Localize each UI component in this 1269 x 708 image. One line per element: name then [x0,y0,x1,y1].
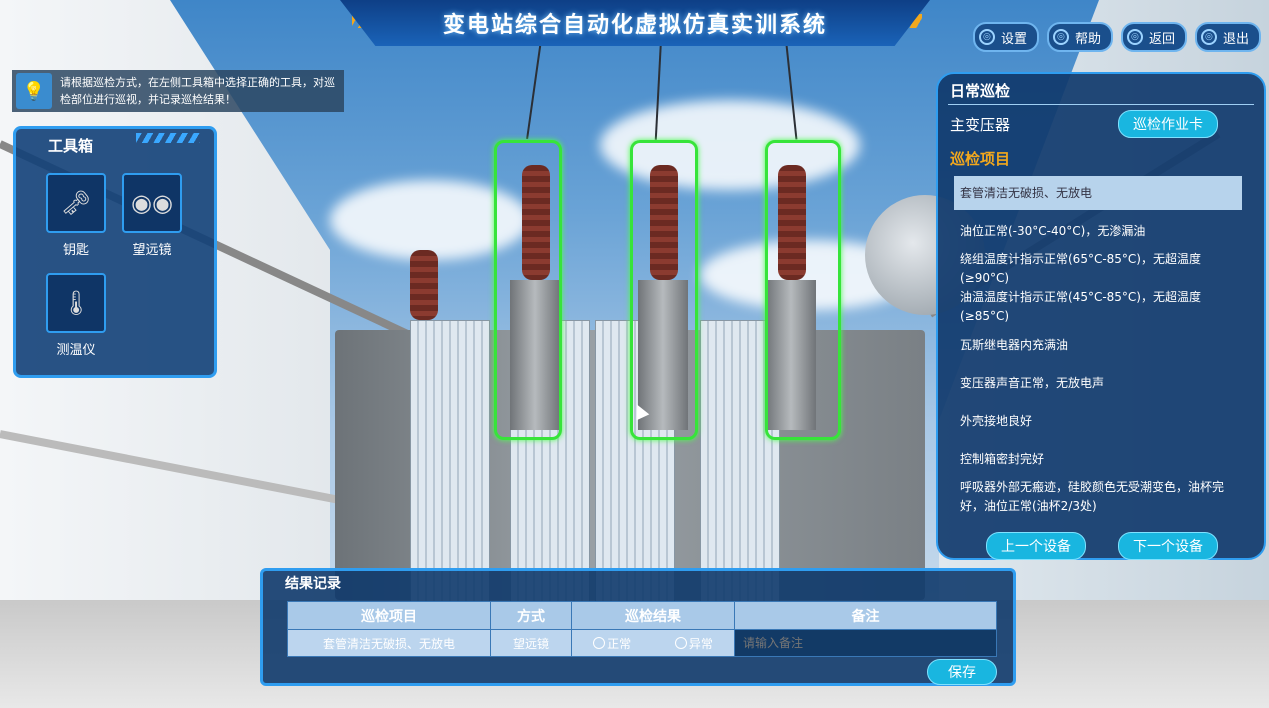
toolbox-title: 工具箱 [48,137,94,155]
help-button[interactable]: ◎ 帮助 [1046,22,1113,52]
back-label: 返回 [1148,31,1175,47]
items-title: 巡检项目 [950,150,1011,168]
hint-text: 请根据巡检方式，在左侧工具箱中选择正确的工具，对巡检部位进行巡视，并记录巡检结果… [60,76,335,106]
result-record-panel: 结果记录 巡检项目 方式 巡检结果 备注 套管清洁无破损、无放电 望远镜 正常 … [260,568,1016,686]
inspection-card-button[interactable]: 巡检作业卡 [1118,110,1218,138]
settings-label: 设置 [1000,31,1027,47]
next-device-button[interactable]: 下一个设备 [1118,532,1218,560]
tool-key[interactable]: 🗝 钥匙 [46,173,106,258]
exit-button[interactable]: ◎ 退出 [1194,22,1261,52]
back-button[interactable]: ◎ 返回 [1120,22,1187,52]
inspection-item[interactable]: 控制箱密封完好 [960,450,1238,469]
note-cell [734,629,997,657]
radio-abnormal-label: 异常 [688,636,713,651]
bushing-highlight-outline[interactable] [765,140,841,440]
prev-device-button[interactable]: 上一个设备 [986,532,1086,560]
tool-thermometer-label: 测温仪 [56,343,96,358]
instruction-hint: 💡 请根据巡检方式，在左侧工具箱中选择正确的工具，对巡检部位进行巡视，并记录巡检… [12,70,344,112]
inspection-item[interactable]: 外壳接地良好 [960,412,1238,431]
radio-circle [593,636,606,649]
cell-method: 望远镜 [490,629,572,657]
radio-normal[interactable]: 正常 [593,636,635,651]
radio-circle [674,636,687,649]
col-header-method: 方式 [490,601,572,630]
gear-icon: ◎ [978,29,995,45]
exit-icon: ◎ [1200,29,1217,45]
cell-result: 正常 异常 [571,629,735,657]
app-title-bar: 变电站综合自动化虚拟仿真实训系统 [340,0,930,46]
toolbox-decoration [136,133,200,143]
top-button-group: ◎ 设置 ◎ 帮助 ◎ 返回 ◎ 退出 [972,22,1261,52]
bushing-highlight-outline[interactable] [494,140,562,440]
binoculars-icon[interactable]: ◉◉ [122,173,182,233]
inspection-item[interactable]: 绕组温度计指示正常(65°C-85°C)，无超温度(≥90°C) [960,250,1238,288]
tool-key-label: 钥匙 [62,243,89,258]
col-header-result: 巡检结果 [571,601,735,630]
save-button[interactable]: 保存 [927,659,997,685]
thermometer-icon[interactable]: 🌡 [46,273,106,333]
col-header-note: 备注 [734,601,997,630]
result-table: 巡检项目 方式 巡检结果 备注 套管清洁无破损、无放电 望远镜 正常 异常 [287,601,997,657]
tool-binoculars[interactable]: ◉◉ 望远镜 [122,173,182,258]
exit-label: 退出 [1222,31,1249,47]
inspection-item[interactable]: 油温温度计指示正常(45°C-85°C)，无超温度(≥85°C) [960,288,1238,326]
back-icon: ◎ [1126,29,1143,45]
inspection-item[interactable]: 油位正常(-30°C-40°C)，无渗漏油 [960,222,1238,241]
table-row: 套管清洁无破损、无放电 望远镜 正常 异常 [287,629,997,657]
radio-normal-label: 正常 [607,636,632,651]
device-name: 主变压器 [950,116,1011,134]
key-icon[interactable]: 🗝 [46,173,106,233]
help-icon: ◎ [1052,29,1069,45]
tool-thermometer[interactable]: 🌡 测温仪 [46,273,106,358]
lightbulb-icon: 💡 [16,73,52,109]
help-label: 帮助 [1074,31,1101,47]
inspection-item[interactable]: 呼吸器外部无瘢迹，硅胶颜色无受潮变色，油杯完好，油位正常(油杯2/3处) [960,478,1238,516]
result-title: 结果记录 [285,576,341,592]
app-title: 变电站综合自动化虚拟仿真实训系统 [442,13,827,38]
col-header-item: 巡检项目 [287,601,491,630]
toolbox-panel: 工具箱 🗝 钥匙 ◉◉ 望远镜 🌡 测温仪 [13,126,217,378]
inspection-item[interactable]: 瓦斯继电器内充满油 [960,336,1238,355]
tool-binoculars-label: 望远镜 [132,243,172,258]
note-input[interactable] [741,635,994,651]
neutral-bushing [410,250,438,320]
radio-abnormal[interactable]: 异常 [674,636,713,651]
cell-item: 套管清洁无破损、无放电 [287,629,491,657]
radiator-fin [410,320,490,602]
inspection-panel: 日常巡检 主变压器 巡检作业卡 巡检项目 套管清洁无破损、无放电 油位正常(-3… [936,72,1266,560]
table-header-row: 巡检项目 方式 巡检结果 备注 [287,601,997,630]
bushing-highlight-outline[interactable] [630,140,698,440]
settings-button[interactable]: ◎ 设置 [972,22,1039,52]
divider [948,104,1254,105]
inspection-item-selected[interactable]: 套管清洁无破损、无放电 [954,176,1242,210]
inspection-title: 日常巡检 [950,82,1011,100]
inspection-item[interactable]: 变压器声音正常，无放电声 [960,374,1238,393]
